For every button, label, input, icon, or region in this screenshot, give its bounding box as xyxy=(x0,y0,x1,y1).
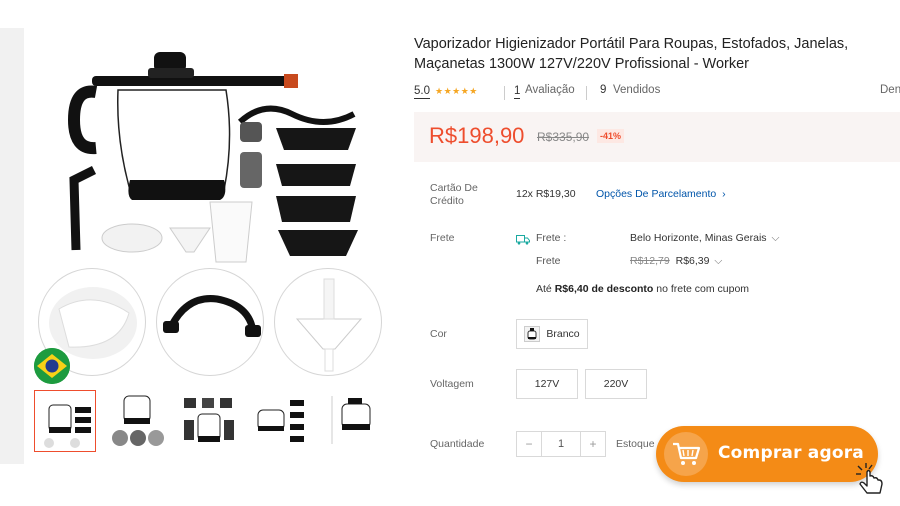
brazil-flag-icon xyxy=(34,348,70,384)
chevron-down-icon: ⌵ xyxy=(771,232,780,244)
quantity-decrease-button[interactable]: − xyxy=(517,432,541,456)
rating-row: 5.0 ★★★★★ 1 Avaliação 9 Vendidos Denu xyxy=(414,84,900,102)
report-link[interactable]: Denu xyxy=(880,84,900,96)
detail-images xyxy=(28,268,398,378)
original-price: R$335,90 xyxy=(537,130,590,144)
shipping-original-cost: R$12,79 xyxy=(630,255,670,267)
voltage-option-127v[interactable]: 127V xyxy=(516,369,578,399)
thumbnail-3[interactable] xyxy=(178,390,240,452)
reviews-count[interactable]: 1 xyxy=(514,84,521,99)
installments-label: Cartão De Crédito xyxy=(430,182,478,207)
shipping-destination-select[interactable]: Belo Horizonte, Minas Gerais ⌵ xyxy=(630,232,779,245)
installments-options-link[interactable]: Opções De Parcelamento › xyxy=(596,188,726,200)
quantity-input[interactable]: 1 xyxy=(541,432,581,456)
left-scroll-strip xyxy=(0,28,24,464)
shopping-cart-icon xyxy=(664,432,708,476)
buy-now-button[interactable]: Comprar agora xyxy=(656,426,878,482)
shipping-discount-suffix: no frete com cupom xyxy=(656,283,750,295)
shipping-cost-label: Frete xyxy=(536,255,561,267)
thumbnail-1[interactable] xyxy=(34,390,96,452)
voltage-label: Voltagem xyxy=(430,378,474,390)
product-gallery xyxy=(28,30,398,470)
shipping-cost: R$6,39 xyxy=(675,255,710,267)
main-product-image[interactable] xyxy=(34,30,390,266)
quantity-increase-button[interactable]: + xyxy=(581,432,605,456)
thumbnail-4[interactable] xyxy=(250,390,312,452)
rating-stars-icon: ★★★★★ xyxy=(435,86,478,96)
reviews-label: Avaliação xyxy=(525,84,575,96)
shipping-destination: Belo Horizonte, Minas Gerais xyxy=(630,232,767,244)
color-label: Cor xyxy=(430,328,447,340)
installments-link-label: Opções De Parcelamento xyxy=(596,188,717,200)
shipping-discount-prefix: Até xyxy=(536,283,552,295)
detail-hose-image[interactable] xyxy=(156,268,264,376)
pointer-hand-icon xyxy=(852,460,892,500)
shipping-discount-note: Até R$6,40 de desconto no frete com cupo… xyxy=(536,283,749,295)
quantity-stepper: − 1 + xyxy=(516,431,606,457)
price-box: R$198,90 R$335,90 -41% xyxy=(414,112,900,162)
quantity-label: Quantidade xyxy=(430,438,485,450)
rating-value[interactable]: 5.0 xyxy=(414,84,430,99)
shipping-cost-select[interactable]: R$12,79 R$6,39 ⌵ xyxy=(630,255,722,268)
chevron-down-icon: ⌵ xyxy=(714,255,723,267)
stock-label: Estoque xyxy=(616,438,655,450)
thumbnail-strip xyxy=(34,390,398,456)
discount-badge: -41% xyxy=(597,129,625,143)
current-price: R$198,90 xyxy=(429,123,525,148)
detail-funnel-image[interactable] xyxy=(274,268,382,376)
color-option-branco[interactable]: Branco xyxy=(516,319,588,349)
shipping-label: Frete xyxy=(430,232,455,244)
voltage-option-220v[interactable]: 220V xyxy=(585,369,647,399)
sold-label: Vendidos xyxy=(613,84,661,96)
thumbnail-5[interactable] xyxy=(322,390,384,452)
chevron-right-icon: › xyxy=(722,188,726,200)
divider xyxy=(586,86,587,100)
divider xyxy=(504,86,505,100)
color-option-label: Branco xyxy=(546,328,580,340)
shipping-discount-amount: R$6,40 de desconto xyxy=(554,283,654,295)
shipping-to-label: Frete : xyxy=(536,232,567,244)
truck-icon xyxy=(516,232,530,245)
buy-now-label: Comprar agora xyxy=(718,443,864,463)
product-title: Vaporizador Higienizador Portátil Para R… xyxy=(414,36,849,72)
steamer-swatch-icon xyxy=(524,326,541,342)
installments-value: 12x R$19,30 xyxy=(516,188,576,200)
thumbnail-2[interactable] xyxy=(106,390,168,452)
sold-count: 9 xyxy=(600,84,607,96)
